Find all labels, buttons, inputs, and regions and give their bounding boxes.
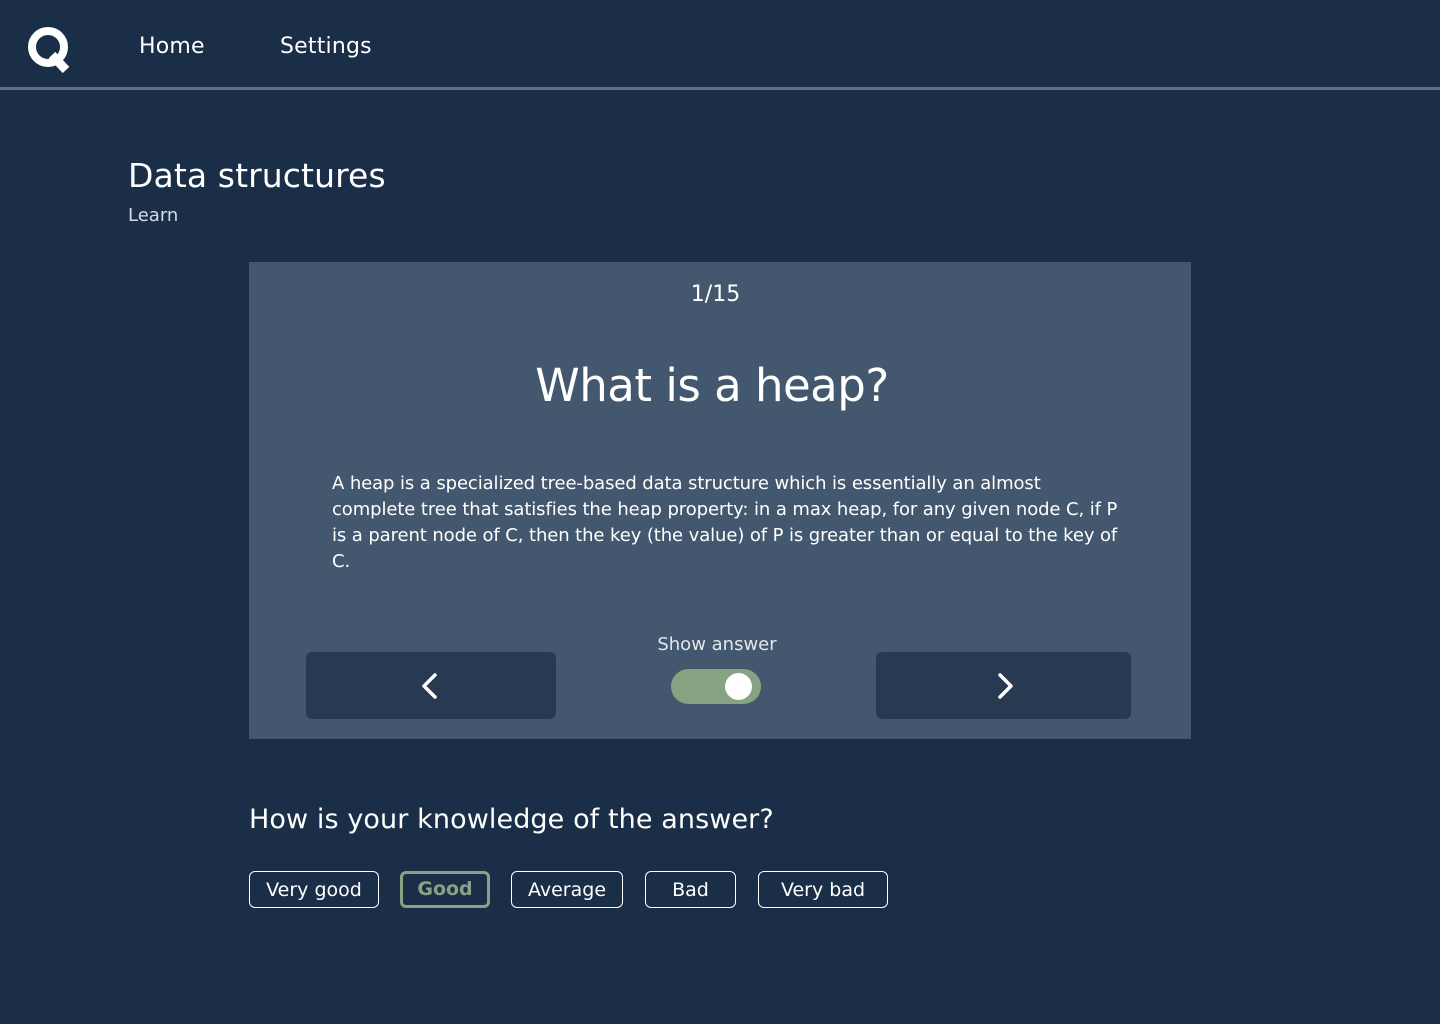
card-answer: A heap is a specialized tree-based data … — [332, 473, 1118, 572]
card-question: What is a heap? — [535, 359, 889, 412]
rating-very-good-button[interactable]: Very good — [249, 871, 379, 908]
top-navbar: Home Settings — [0, 0, 1440, 90]
show-answer-toggle[interactable] — [671, 669, 761, 704]
chevron-right-icon — [997, 672, 1013, 699]
chevron-left-icon — [422, 672, 437, 699]
toggle-knob — [725, 673, 752, 700]
rating-good-button[interactable]: Good — [400, 871, 490, 908]
nav-settings-link[interactable]: Settings — [280, 33, 372, 61]
rating-very-bad-button[interactable]: Very bad — [758, 871, 888, 908]
page-subtitle: Learn — [128, 205, 179, 226]
page-title: Data structures — [128, 156, 386, 195]
next-card-button[interactable] — [876, 652, 1131, 719]
q-logo-icon[interactable] — [26, 25, 74, 73]
nav-home-link[interactable]: Home — [139, 33, 205, 61]
rating-bad-button[interactable]: Bad — [645, 871, 736, 908]
show-answer-label: Show answer — [657, 634, 777, 655]
rating-average-button[interactable]: Average — [511, 871, 623, 908]
card-counter: 1/15 — [690, 282, 741, 307]
previous-card-button[interactable] — [306, 652, 556, 719]
knowledge-question: How is your knowledge of the answer? — [249, 804, 774, 835]
